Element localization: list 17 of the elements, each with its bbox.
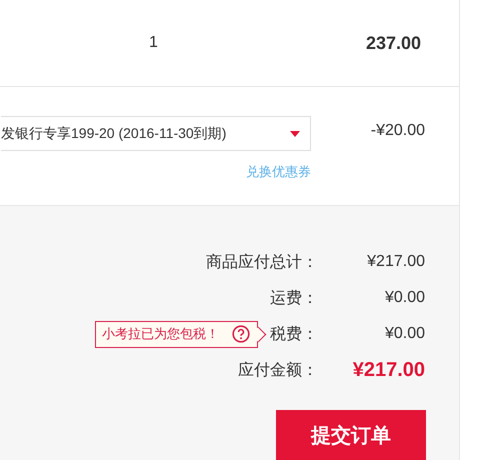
summary-label: 商品应付总计： <box>206 252 318 272</box>
quantity-text: 1 <box>149 34 158 52</box>
summary-label: 运费： <box>270 288 318 308</box>
caret-icon <box>290 130 300 136</box>
coupon-dropdown[interactable]: 发银行专享199-20 (2016-11-30到期) <box>1 116 311 151</box>
summary-label: 应付金额： <box>238 360 318 380</box>
redeem-coupon-link[interactable]: 兑换优惠券 <box>246 163 311 181</box>
tooltip-text: 小考拉已为您包税！ <box>102 325 219 343</box>
submit-order-button[interactable]: 提交订单 <box>276 410 426 460</box>
discount-text: -¥20.00 <box>370 122 425 140</box>
help-icon[interactable] <box>232 325 250 343</box>
price-text: 237.00 <box>366 32 421 54</box>
summary-label: 税费： <box>270 324 318 344</box>
total-amount: ¥217.00 <box>352 358 425 382</box>
summary-value: ¥217.00 <box>367 253 425 271</box>
summary-value: ¥0.00 <box>384 289 425 307</box>
summary-value: ¥0.00 <box>384 325 425 343</box>
